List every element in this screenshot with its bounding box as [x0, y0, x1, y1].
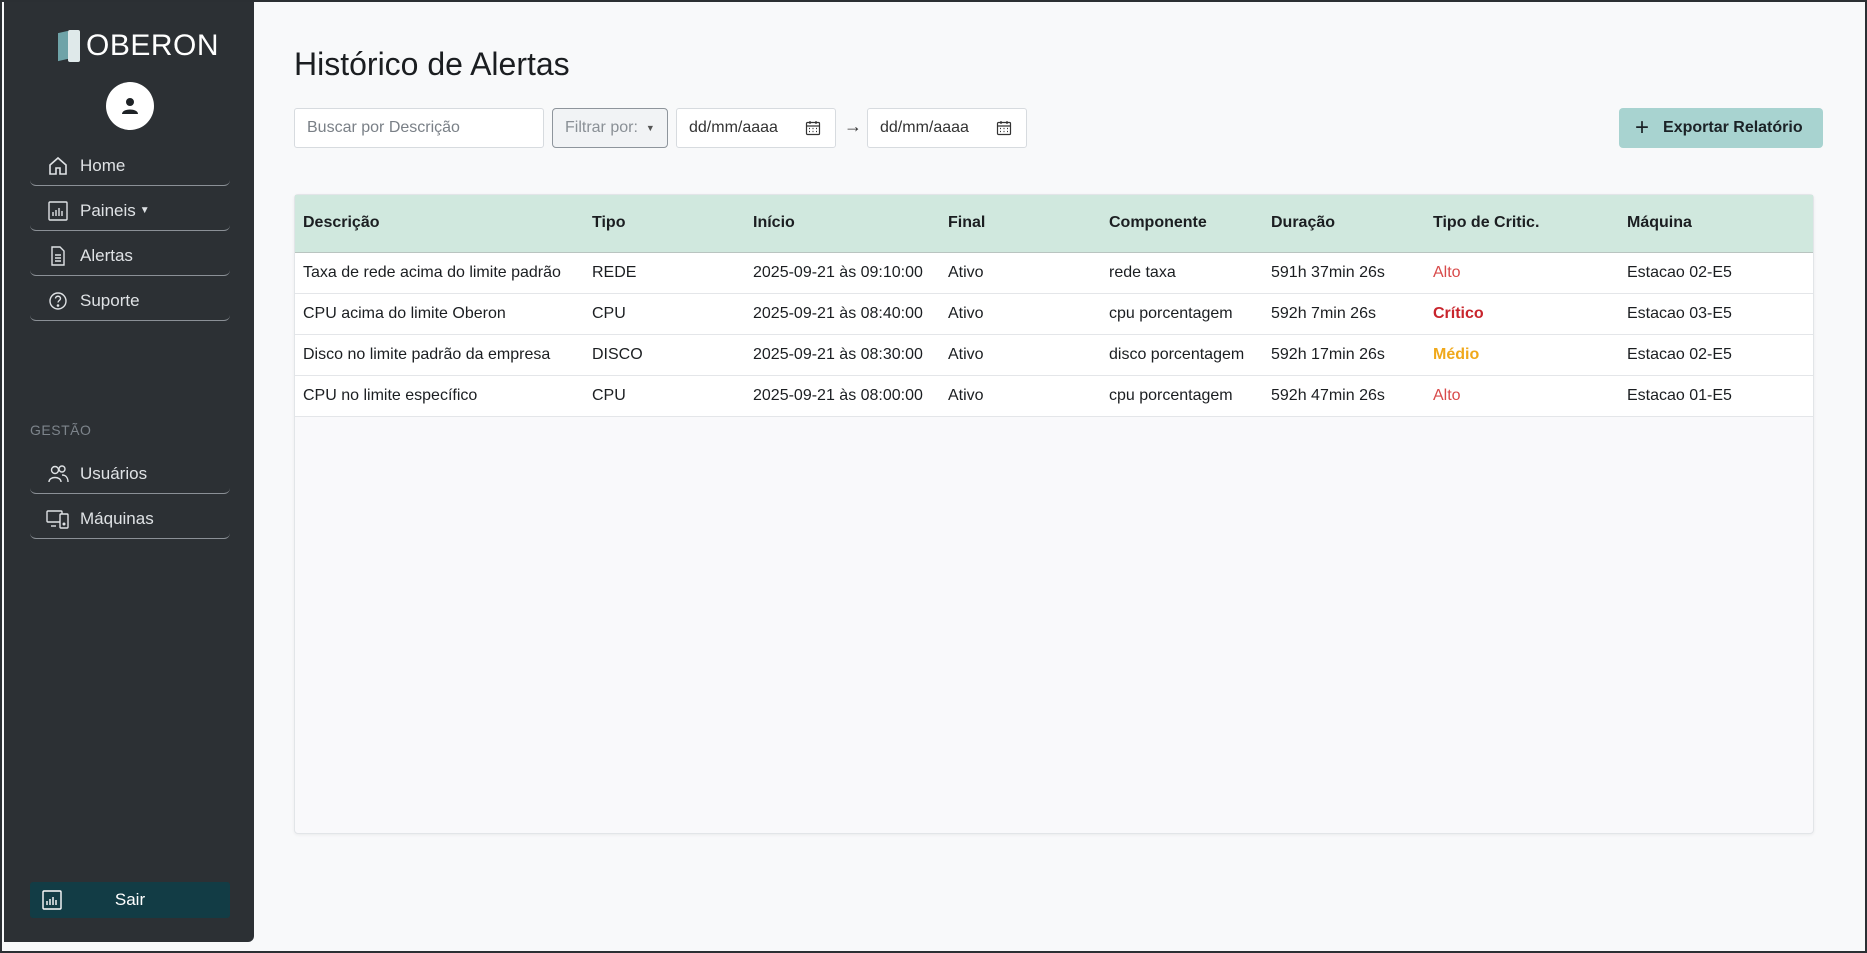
- page-title: Histórico de Alertas: [294, 46, 570, 82]
- brand-logo[interactable]: OBERON: [56, 26, 219, 66]
- brand-name: OBERON: [86, 29, 220, 62]
- chart-icon: [40, 888, 64, 912]
- chevron-down-icon: ▼: [645, 123, 655, 133]
- cell-criticidade: Médio: [1425, 334, 1619, 376]
- sidebar-item-alertas[interactable]: Alertas: [30, 236, 230, 276]
- table-row[interactable]: Disco no limite padrão da empresa DISCO …: [295, 334, 1813, 376]
- filter-label: Filtrar por:: [565, 119, 638, 136]
- sidebar-item-label: Alertas: [80, 245, 133, 265]
- cell-maquina: Estacao 02-E5: [1619, 252, 1813, 294]
- column-header[interactable]: Tipo de Critic.: [1425, 195, 1619, 253]
- sidebar-item-maquinas[interactable]: Máquinas: [30, 499, 230, 539]
- cell-maquina: Estacao 02-E5: [1619, 334, 1813, 376]
- column-header[interactable]: Máquina: [1619, 195, 1813, 253]
- cell-final: Ativo: [940, 334, 1101, 376]
- cell-inicio: 2025-09-21 às 08:00:00: [745, 375, 940, 417]
- logout-label: Sair: [114, 890, 146, 909]
- user-icon: [122, 98, 138, 114]
- cell-tipo: DISCO: [584, 334, 745, 376]
- table-row[interactable]: Taxa de rede acima do limite padrão REDE…: [295, 252, 1813, 294]
- sidebar-item-label: Suporte: [80, 290, 140, 310]
- devices-icon: [46, 507, 70, 531]
- alerts-table: Descrição Tipo Início Final Componente D…: [295, 195, 1813, 417]
- date-to-value: dd/mm/aaaa: [880, 119, 969, 136]
- column-header[interactable]: Duração: [1263, 195, 1425, 253]
- cell-componente: disco porcentagem: [1101, 334, 1263, 376]
- table-row[interactable]: CPU acima do limite Oberon CPU 2025-09-2…: [295, 293, 1813, 335]
- help-icon: [46, 289, 70, 313]
- cell-duracao: 592h 47min 26s: [1263, 375, 1425, 417]
- cell-final: Ativo: [940, 375, 1101, 417]
- range-arrow-icon: →: [844, 116, 862, 136]
- cell-descricao: CPU acima do limite Oberon: [295, 293, 584, 335]
- export-label: Exportar Relatório: [1663, 119, 1803, 136]
- calendar-icon[interactable]: [996, 120, 1012, 136]
- sidebar-item-home[interactable]: Home: [30, 146, 230, 186]
- cell-criticidade: Alto: [1425, 375, 1619, 417]
- table-row[interactable]: CPU no limite específico CPU 2025-09-21 …: [295, 375, 1813, 417]
- cell-duracao: 591h 37min 26s: [1263, 252, 1425, 294]
- users-icon: [46, 462, 70, 486]
- app-window: OBERON Home Paineis ▼ Alertas Suporte GE…: [0, 0, 1867, 953]
- cell-tipo: CPU: [584, 375, 745, 417]
- sidebar-item-label: Máquinas: [80, 508, 154, 528]
- cell-criticidade: Alto: [1425, 252, 1619, 294]
- column-header[interactable]: Componente: [1101, 195, 1263, 253]
- logout-button[interactable]: Sair: [30, 882, 230, 918]
- cell-final: Ativo: [940, 293, 1101, 335]
- export-report-button[interactable]: + Exportar Relatório: [1619, 108, 1823, 148]
- filter-dropdown[interactable]: Filtrar por: ▼: [552, 108, 668, 148]
- chevron-down-icon: ▼: [139, 205, 150, 216]
- cell-inicio: 2025-09-21 às 08:30:00: [745, 334, 940, 376]
- cell-criticidade: Crítico: [1425, 293, 1619, 335]
- cell-componente: cpu porcentagem: [1101, 375, 1263, 417]
- date-from-value: dd/mm/aaaa: [689, 119, 778, 136]
- cell-tipo: CPU: [584, 293, 745, 335]
- cell-duracao: 592h 7min 26s: [1263, 293, 1425, 335]
- cell-duracao: 592h 17min 26s: [1263, 334, 1425, 376]
- section-label-gestao: GESTÃO: [30, 422, 92, 438]
- sidebar-item-label: Paineis: [80, 200, 136, 220]
- column-header[interactable]: Início: [745, 195, 940, 253]
- table-header-row: Descrição Tipo Início Final Componente D…: [295, 195, 1813, 253]
- cell-componente: cpu porcentagem: [1101, 293, 1263, 335]
- search-input[interactable]: [294, 108, 544, 148]
- cell-componente: rede taxa: [1101, 252, 1263, 294]
- cell-maquina: Estacao 01-E5: [1619, 375, 1813, 417]
- avatar[interactable]: [106, 82, 154, 130]
- calendar-icon[interactable]: [805, 120, 821, 136]
- sidebar-item-label: Usuários: [80, 463, 148, 483]
- sidebar-item-suporte[interactable]: Suporte: [30, 281, 230, 321]
- home-icon: [46, 154, 70, 178]
- column-header[interactable]: Descrição: [295, 195, 584, 253]
- plus-icon: +: [1635, 114, 1650, 141]
- sidebar-item-usuarios[interactable]: Usuários: [30, 454, 230, 494]
- cell-descricao: CPU no limite específico: [295, 375, 584, 417]
- document-icon: [46, 244, 70, 268]
- cell-descricao: Taxa de rede acima do limite padrão: [295, 252, 584, 294]
- sidebar: OBERON Home Paineis ▼ Alertas Suporte GE…: [4, 2, 254, 942]
- sidebar-item-label: Home: [80, 155, 126, 175]
- date-to-input[interactable]: dd/mm/aaaa: [867, 108, 1027, 148]
- cell-inicio: 2025-09-21 às 08:40:00: [745, 293, 940, 335]
- logo-icon: [56, 28, 82, 64]
- cell-maquina: Estacao 03-E5: [1619, 293, 1813, 335]
- cell-inicio: 2025-09-21 às 09:10:00: [745, 252, 940, 294]
- sidebar-item-paineis[interactable]: Paineis ▼: [30, 191, 230, 231]
- date-from-input[interactable]: dd/mm/aaaa: [676, 108, 836, 148]
- cell-descricao: Disco no limite padrão da empresa: [295, 334, 584, 376]
- column-header[interactable]: Final: [940, 195, 1101, 253]
- cell-tipo: REDE: [584, 252, 745, 294]
- chart-icon: [46, 199, 70, 223]
- alerts-table-card: Descrição Tipo Início Final Componente D…: [294, 194, 1814, 834]
- cell-final: Ativo: [940, 252, 1101, 294]
- column-header[interactable]: Tipo: [584, 195, 745, 253]
